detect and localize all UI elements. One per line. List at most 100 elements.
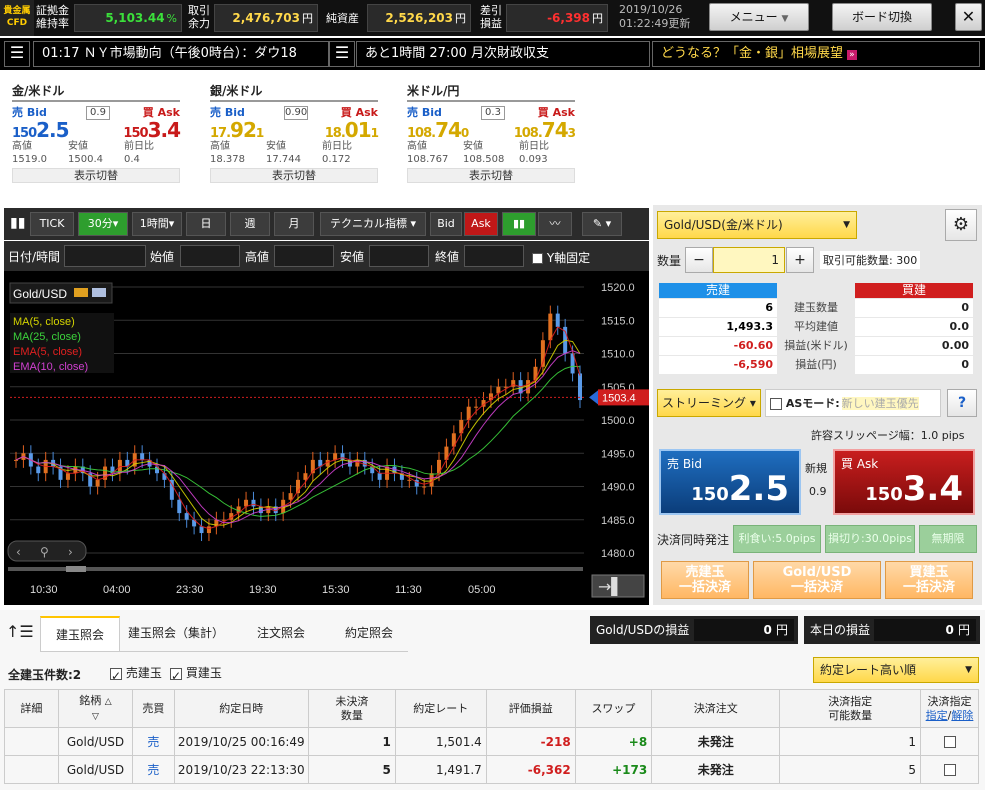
- x-tick-label: 15:30: [322, 584, 350, 596]
- ask-button[interactable]: Ask: [464, 212, 498, 236]
- designate-checkbox[interactable]: [920, 727, 979, 756]
- week-button[interactable]: 週: [230, 212, 270, 236]
- low-field[interactable]: [369, 245, 429, 267]
- open-field[interactable]: [180, 245, 240, 267]
- qty-minus-button[interactable]: −: [685, 247, 713, 273]
- ask-price[interactable]: 18.011: [325, 118, 379, 142]
- cancel-link[interactable]: 解除: [951, 709, 973, 722]
- diff-pl-label: 差引 損益: [480, 4, 502, 30]
- display-toggle-button[interactable]: 表示切替: [210, 168, 378, 183]
- streaming-select[interactable]: ストリーミング ▾: [657, 389, 761, 417]
- top-bar: 貴金属 CFD 証拠金 維持率 5,103.44% 取引 余力 2,476,703 円 …: [0, 0, 985, 36]
- ask-price[interactable]: 1503.4: [123, 118, 181, 142]
- news-item-1[interactable]: 01:17 ＮＹ市場動向（午後0時台）：ダウ18: [33, 41, 329, 67]
- candlestick-icon[interactable]: ▮▮: [502, 212, 536, 236]
- bulk-settle-sell-button[interactable]: 売建玉 一括決済: [661, 561, 749, 599]
- legend-entry: MA(5, close): [13, 316, 75, 328]
- close-field[interactable]: [464, 245, 524, 267]
- line-chart-icon[interactable]: 〰: [538, 212, 572, 236]
- symbol-select[interactable]: Gold/USD(金/米ドル) ▼: [657, 211, 857, 239]
- y-tick-label: 1495.0: [601, 448, 635, 460]
- sell-bid-button[interactable]: 売 Bid 1502.5: [659, 449, 801, 515]
- technical-indicator-dropdown[interactable]: テクニカル指標 ▾: [320, 212, 426, 236]
- tab-2[interactable]: 注文照会: [235, 616, 327, 652]
- slippage-text: 許容スリッページ幅：1.0 pips: [811, 429, 965, 442]
- board-switch-button[interactable]: ボード切換: [832, 3, 932, 31]
- designate-checkbox[interactable]: [920, 755, 979, 784]
- candle-body: [184, 513, 189, 520]
- buy-ask-button[interactable]: 買 Ask 1503.4: [833, 449, 975, 515]
- take-profit-button[interactable]: 利食い:5.0pips: [733, 525, 821, 553]
- price-chart[interactable]: 1520.0 1515.0 1510.0 1505.0 1500.0 1495.0 1490…: [4, 271, 654, 605]
- gear-icon[interactable]: ⚙: [945, 209, 977, 241]
- positions-table: 詳細 銘柄 △ ▽ 売買 約定日時 未決済 数量 約定レート 評価損益 スワップ 決済注文 決済指定…: [4, 689, 979, 784]
- list-menu-icon[interactable]: ☰: [4, 41, 30, 67]
- bid-price[interactable]: 108.740: [407, 118, 469, 142]
- available-label: 取引 余力: [188, 4, 210, 30]
- 1hour-button[interactable]: 1時間▾: [132, 212, 182, 236]
- 30min-button[interactable]: 30分▾: [78, 212, 128, 236]
- quantity-input[interactable]: 1: [713, 247, 785, 273]
- y-axis-fix-checkbox[interactable]: Y軸固定: [532, 249, 590, 266]
- position-count: 全建玉件数:2: [8, 668, 82, 682]
- help-icon[interactable]: ?: [947, 389, 977, 417]
- list-menu-icon-2[interactable]: ☰: [329, 41, 355, 67]
- jump-arrow-icon: →▌: [598, 576, 624, 596]
- net-assets-value: 2,526,203 円: [367, 4, 471, 32]
- chart-svg[interactable]: 1520.01515.01510.01505.01500.01495.01490…: [4, 271, 654, 605]
- y-tick-label: 1500.0: [601, 415, 635, 427]
- detail-cell[interactable]: [4, 727, 59, 756]
- bid-price[interactable]: 17.921: [210, 118, 264, 142]
- menu-button[interactable]: メニュー ▼: [709, 3, 809, 31]
- designate-link[interactable]: 指定: [926, 709, 948, 722]
- draw-tool-icon[interactable]: ✎ ▾: [582, 212, 622, 236]
- price-panel[interactable]: 金/米ドル 売 Bid 0.9 買 Ask 1502.5 1503.4 高値 安…: [12, 82, 181, 183]
- news-item-2[interactable]: あと1時間 27:00 月次財政収支: [356, 41, 650, 67]
- table-row[interactable]: Gold/USD 売 2019/10/25 00:16:49 1 1,501.4…: [4, 727, 979, 756]
- candle-chart-icon[interactable]: ▮▮: [10, 215, 25, 231]
- pair-name: 米ドル/円: [407, 82, 575, 102]
- tab-3[interactable]: 約定照会: [330, 616, 408, 652]
- close-icon[interactable]: ✕: [955, 3, 982, 31]
- tab-1[interactable]: 建玉照会（集計）: [120, 616, 232, 652]
- y-tick-label: 1510.0: [601, 349, 635, 361]
- y-tick-label: 1490.0: [601, 482, 635, 494]
- table-row[interactable]: Gold/USD 売 2019/10/23 22:13:30 5 1,491.7…: [4, 755, 979, 784]
- tick-button[interactable]: TICK: [30, 212, 74, 236]
- display-toggle-button[interactable]: 表示切替: [407, 168, 575, 183]
- today-pl-value: 0 円: [874, 619, 976, 641]
- day-button[interactable]: 日: [186, 212, 226, 236]
- datetime-field[interactable]: [64, 245, 146, 267]
- price-panel[interactable]: 米ドル/円 売 Bid 0.3 買 Ask 108.740 108.743 高値…: [407, 82, 576, 183]
- ask-price[interactable]: 108.743: [514, 118, 576, 142]
- y-tick-label: 1480.0: [601, 548, 635, 560]
- high-field[interactable]: [274, 245, 334, 267]
- unlimited-button[interactable]: 無期限: [919, 525, 977, 553]
- tab-0[interactable]: 建玉照会: [40, 616, 120, 652]
- promo-link[interactable]: どうなる？「金・銀」相場展望 »: [652, 41, 980, 67]
- buy-header: 買建: [855, 283, 973, 298]
- candle-body: [340, 453, 345, 460]
- stop-loss-button[interactable]: 損切り:30.0pips: [825, 525, 915, 553]
- display-toggle-button[interactable]: 表示切替: [12, 168, 180, 183]
- symbol-pl-value: 0 円: [694, 619, 794, 641]
- bid-price[interactable]: 1502.5: [12, 118, 70, 142]
- sort-select[interactable]: 約定レート高い順 ▼: [813, 657, 979, 683]
- bulk-settle-symbol-button[interactable]: Gold/USD 一括決済: [753, 561, 881, 599]
- tradable-qty: 取引可能数量: 300: [820, 251, 921, 269]
- bulk-settle-buy-button[interactable]: 買建玉 一括決済: [885, 561, 973, 599]
- header-cell: 銘柄 △ ▽: [57, 689, 134, 728]
- month-button[interactable]: 月: [274, 212, 314, 236]
- bid-button[interactable]: Bid: [430, 212, 462, 236]
- spread-value: 0.3: [481, 106, 505, 120]
- detail-cell[interactable]: [4, 755, 59, 784]
- as-mode-checkbox[interactable]: ASモード: 新しい建玉優先: [765, 389, 941, 417]
- qty-plus-button[interactable]: +: [786, 247, 814, 273]
- sell-header: 売建: [659, 283, 777, 298]
- buy-filter-checkbox[interactable]: ✓ 買建玉: [170, 664, 222, 683]
- sell-filter-checkbox[interactable]: ✓ 売建玉: [110, 664, 162, 683]
- spread-value: 0.90: [284, 106, 308, 120]
- price-panel[interactable]: 銀/米ドル 売 Bid 0.90 買 Ask 17.921 18.011 高値 …: [210, 82, 379, 183]
- chart-scroll-thumb: [66, 566, 86, 572]
- sort-icon[interactable]: ↑☰: [6, 622, 34, 641]
